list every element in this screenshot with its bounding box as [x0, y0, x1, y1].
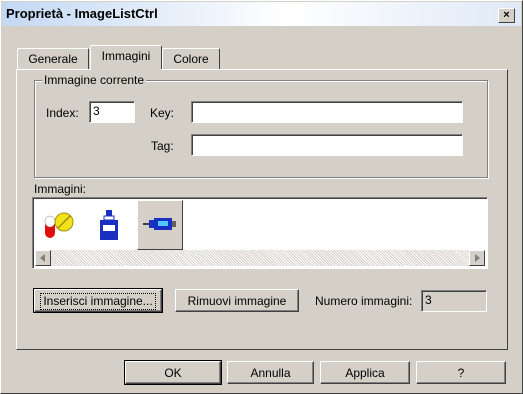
images-label: Immagini:: [34, 182, 87, 196]
remove-image-button[interactable]: Rimuovi immagine: [175, 289, 299, 312]
tab-label: Generale: [28, 52, 78, 66]
help-label: ?: [457, 366, 465, 380]
image-item-1[interactable]: [37, 200, 83, 250]
ok-button[interactable]: OK: [124, 360, 222, 385]
image-count-label: Numero immagini:: [315, 294, 413, 308]
tab-label: Immagini: [101, 49, 151, 63]
help-button[interactable]: ?: [416, 361, 506, 384]
horizontal-scrollbar[interactable]: [35, 250, 485, 266]
index-field[interactable]: 3: [89, 101, 135, 123]
tab-generale[interactable]: Generale: [17, 48, 89, 69]
key-field[interactable]: [191, 101, 463, 123]
apply-label: Applica: [345, 366, 385, 380]
image-list[interactable]: [32, 197, 488, 269]
index-value: 3: [93, 104, 100, 118]
tag-field[interactable]: [191, 134, 463, 156]
tag-label: Tag:: [151, 139, 174, 153]
image-item-3[interactable]: [137, 200, 183, 250]
window-title: Proprietà - ImageListCtrl: [6, 6, 158, 21]
key-label: Key:: [150, 106, 175, 120]
close-icon: ×: [503, 9, 510, 21]
title-bar: Proprietà - ImageListCtrl ×: [2, 2, 521, 26]
tab-label: Colore: [173, 52, 209, 66]
cancel-button[interactable]: Annulla: [227, 361, 314, 384]
current-image-group-label: Immagine corrente: [42, 73, 147, 87]
insert-image-button[interactable]: Inserisci immagine...: [33, 288, 163, 313]
arrow-right-icon: [475, 254, 480, 262]
close-button[interactable]: ×: [498, 8, 515, 23]
apply-button[interactable]: Applica: [320, 361, 410, 384]
tab-immagini[interactable]: Immagini: [90, 45, 162, 69]
syringe-icon: [143, 218, 176, 230]
cancel-label: Annulla: [250, 366, 291, 380]
insert-image-label: Inserisci immagine...: [40, 293, 156, 310]
tab-colore[interactable]: Colore: [162, 48, 220, 69]
scroll-right-button[interactable]: [469, 250, 485, 266]
bottle-icon: [100, 210, 118, 240]
image-item-2[interactable]: [87, 200, 133, 250]
image-count-field: 3: [421, 290, 487, 312]
index-label: Index:: [46, 106, 79, 120]
pill-capsule-icon: [44, 212, 74, 238]
arrow-left-icon: [40, 254, 45, 262]
properties-dialog: Proprietà - ImageListCtrl × Generale Imm…: [0, 0, 523, 394]
image-count-value: 3: [425, 293, 432, 307]
current-image-group: [34, 80, 488, 178]
ok-label: OK: [164, 366, 182, 380]
scroll-left-button[interactable]: [35, 250, 51, 266]
remove-image-label: Rimuovi immagine: [187, 294, 287, 308]
active-tab-joint: [91, 69, 161, 71]
